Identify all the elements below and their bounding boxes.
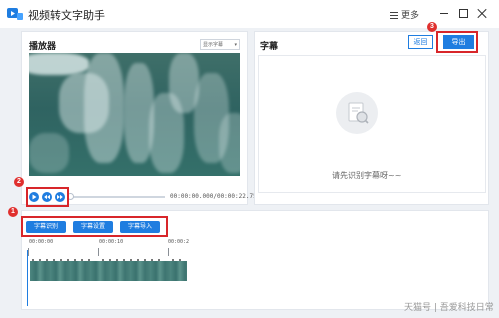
empty-state-circle — [336, 92, 378, 134]
timecode: 00:00:00.000/00:00:22.756 — [170, 193, 261, 200]
seek-bar[interactable] — [69, 196, 165, 198]
minimize-icon[interactable] — [437, 6, 451, 20]
subtitle-title: 字幕 — [260, 42, 279, 52]
annotation-badge: 1 — [8, 207, 18, 217]
maximize-icon[interactable] — [456, 6, 470, 20]
annotation-box-actions — [21, 216, 168, 237]
video-preview[interactable] — [29, 53, 240, 176]
video-track-thumbnails[interactable] — [30, 261, 187, 281]
chevron-down-icon: ▾ — [234, 42, 237, 48]
return-button[interactable]: 返回 — [408, 35, 433, 49]
player-title: 播放器 — [29, 42, 57, 52]
timeline-label: 00:00:00 — [29, 239, 54, 245]
annotation-badge: 2 — [14, 177, 24, 187]
close-icon[interactable] — [475, 6, 489, 20]
empty-state-text: 请先识别字幕呀~~ — [332, 171, 402, 180]
timeline-label: 00:00:2 — [168, 239, 190, 245]
annotation-box-controls — [26, 187, 69, 207]
annotation-badge: 3 — [427, 22, 437, 32]
app-logo-icon — [7, 8, 23, 20]
timeline-ruler — [28, 248, 188, 258]
subtitle-display-select[interactable]: 显示字幕 ▾ — [200, 39, 240, 50]
more-label: 更多 — [401, 11, 420, 21]
timeline-playhead[interactable] — [27, 250, 28, 306]
app-title: 视频转文字助手 — [28, 9, 105, 22]
subtitle-display-value: 显示字幕 — [203, 42, 224, 48]
document-search-icon — [348, 102, 369, 124]
menu-icon — [390, 12, 398, 19]
annotation-box-export — [436, 31, 478, 53]
title-bar: 视频转文字助手 更多 — [0, 0, 499, 28]
timeline-label: 00:00:10 — [99, 239, 124, 245]
more-menu[interactable]: 更多 — [390, 8, 419, 21]
watermark: 天猫号 | 吾爱科技日常 — [404, 303, 494, 313]
